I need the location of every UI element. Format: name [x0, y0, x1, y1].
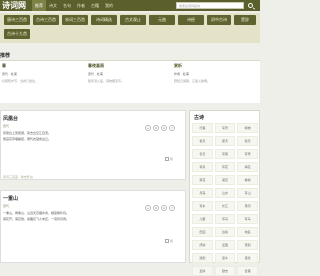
chip[interactable]: 诗经 — [178, 15, 204, 25]
nav-item[interactable]: 推荐 — [32, 0, 46, 11]
sidebar: 古诗 行路 写景 咏物 春天 夏天 秋天 冬天 写雨 写雪 写风 写花 梅花 荷… — [189, 110, 260, 276]
nav-item[interactable]: 诗文 — [46, 0, 60, 11]
sidebar-item[interactable]: 爱国 — [214, 240, 236, 250]
poem-line: 一重山，两重山，山远天高烟水寒，相思枫叶丹。 — [3, 211, 70, 215]
chip[interactable]: 初中古诗 — [207, 15, 231, 25]
poem-title[interactable]: 一重山 — [3, 195, 18, 202]
sidebar-item[interactable]: 送别 — [192, 253, 213, 263]
sidebar-grid: 行路 写景 咏物 春天 夏天 秋天 冬天 写雨 写雪 写风 写花 梅花 荷花 菊… — [192, 123, 258, 276]
sidebar-item[interactable]: 长江 — [214, 201, 236, 211]
poem-author[interactable]: 唐代 — [3, 124, 9, 128]
sidebar-item[interactable]: 田园 — [192, 227, 213, 237]
nav-item[interactable]: 名句 — [60, 0, 74, 11]
sidebar-item[interactable]: 抒情 — [192, 240, 213, 250]
sidebar-item[interactable]: 黄河 — [237, 201, 258, 211]
heart-icon — [165, 157, 169, 161]
nav-item[interactable]: 古籍 — [88, 0, 102, 11]
chip[interactable]: 唐诗三百首 — [4, 15, 30, 25]
sidebar-item[interactable]: 思念 — [237, 253, 258, 263]
recommend-title: 推荐 — [0, 53, 11, 59]
sidebar-item[interactable]: 咏物 — [237, 123, 258, 133]
recommend-col-line: 好雨知时节，当春乃发生。 — [2, 79, 39, 83]
recommend-col-line: 野径云俱黑，江船火独明。 — [174, 79, 211, 83]
recommend-col-title: 赏析 — [174, 63, 182, 68]
heart-icon — [165, 239, 169, 243]
sidebar-item[interactable]: 爱情 — [192, 266, 213, 276]
sidebar-item[interactable]: 写山 — [237, 188, 258, 198]
poem-line: 吴宫花草埋幽径，晋代衣冠成古丘。 — [3, 137, 52, 141]
sidebar-item[interactable]: 写马 — [237, 214, 258, 224]
recommend-col-author: 作者 · 杜甫 — [174, 72, 189, 76]
search-input[interactable]: 搜索古诗词名句 — [176, 2, 244, 9]
chip[interactable]: 诗词精选 — [91, 15, 117, 25]
poem-card: 一重山 唐代 一重山，两重山，山远天高烟水寒，相思枫叶丹。 菊花开，菊花残，塞雁… — [0, 190, 186, 263]
sidebar-item[interactable]: 离别 — [237, 240, 258, 250]
sidebar-item[interactable]: 边塞 — [214, 227, 236, 237]
like-button[interactable]: 赞 — [165, 157, 173, 161]
poem-title[interactable]: 凤凰台 — [3, 115, 18, 122]
translate-icon[interactable]: ≡ — [161, 205, 167, 211]
translate-icon[interactable]: ≡ — [161, 125, 167, 131]
sidebar-item[interactable]: 儿童 — [192, 214, 213, 224]
like-label: 赞 — [170, 239, 174, 243]
main-nav: 推荐 诗文 名句 作者 古籍 我的 — [32, 0, 116, 11]
recommend-col[interactable]: 赏析 作者 · 杜甫 野径云俱黑，江船火独明。 — [174, 63, 258, 83]
recommend-col[interactable]: 春 唐代 · 杜甫 好雨知时节，当春乃发生。 — [2, 63, 86, 83]
search-icon[interactable] — [248, 3, 253, 8]
sidebar-item[interactable]: 山水 — [214, 188, 236, 198]
site-logo[interactable]: 诗词网 — [2, 0, 26, 11]
copy-icon[interactable]: ⧉ — [153, 125, 159, 131]
sidebar-item[interactable]: 写景 — [214, 123, 236, 133]
share-icon[interactable]: ↗ — [169, 125, 175, 131]
sidebar-item[interactable]: 月亮 — [192, 188, 213, 198]
recommend-col-line: 随风潜入夜，润物细无声。 — [88, 79, 125, 83]
sidebar-item[interactable]: 柳树 — [237, 175, 258, 185]
sidebar-item[interactable]: 哲理 — [237, 266, 258, 276]
sidebar-item[interactable]: 写花 — [214, 162, 236, 172]
sidebar-item[interactable]: 写水 — [192, 201, 213, 211]
share-icon[interactable]: ↗ — [169, 205, 175, 211]
recommend-panel: 春 唐代 · 杜甫 好雨知时节，当春乃发生。 春夜喜雨 唐代 · 杜甫 随风潜入… — [0, 60, 260, 103]
nav-item[interactable]: 我的 — [102, 0, 116, 11]
sidebar-item[interactable]: 写雨 — [214, 149, 236, 159]
poem-author[interactable]: 唐代 — [3, 204, 9, 208]
poem-line: 菊花开，菊花残，塞雁高飞人未还，一帘风月闲。 — [3, 217, 70, 221]
copy-icon[interactable]: ⧉ — [153, 205, 159, 211]
sidebar-item[interactable]: 荷花 — [192, 175, 213, 185]
recommend-col-author: 唐代 · 杜甫 — [2, 72, 17, 76]
recommend-col-author: 唐代 · 杜甫 — [88, 72, 103, 76]
poem-line: 凤凰台上凤凰游，凤去台空江自流。 — [3, 131, 52, 135]
sidebar-item[interactable]: 写雪 — [237, 149, 258, 159]
sidebar-item[interactable]: 春天 — [192, 136, 213, 146]
chip[interactable]: 元曲 — [149, 15, 175, 25]
like-label: 赞 — [170, 157, 174, 161]
sidebar-item[interactable]: 夏天 — [214, 136, 236, 146]
play-icon[interactable]: ▸ — [145, 205, 151, 211]
play-icon[interactable]: ▸ — [145, 125, 151, 131]
sidebar-item[interactable]: 地名 — [237, 227, 258, 237]
sidebar-title: 古诗 — [194, 115, 205, 121]
recommend-col[interactable]: 春夜喜雨 唐代 · 杜甫 随风潜入夜，润物细无声。 — [88, 63, 172, 83]
chip[interactable]: 古诗十九首 — [4, 29, 30, 39]
sidebar-item[interactable]: 励志 — [214, 266, 236, 276]
sidebar-item[interactable]: 思乡 — [214, 253, 236, 263]
chip[interactable]: 宋词三百首 — [62, 15, 88, 25]
sidebar-item[interactable]: 菊花 — [214, 175, 236, 185]
recommend-col-title: 春 — [2, 63, 6, 68]
sidebar-item[interactable]: 写风 — [192, 162, 213, 172]
sidebar-item[interactable]: 梅花 — [237, 162, 258, 172]
sidebar-item[interactable]: 秋天 — [237, 136, 258, 146]
sidebar-item[interactable]: 写鸟 — [214, 214, 236, 224]
like-button[interactable]: 赞 — [165, 239, 173, 243]
sidebar-item[interactable]: 冬天 — [192, 149, 213, 159]
poem-card: 凤凰台 唐代 凤凰台上凤凰游，凤去台空江自流。 吴宫花草埋幽径，晋代衣冠成古丘。… — [0, 110, 186, 180]
chip[interactable]: 古诗三百首 — [33, 15, 59, 25]
sidebar-item[interactable]: 行路 — [192, 123, 213, 133]
nav-item[interactable]: 作者 — [74, 0, 88, 11]
chip[interactable]: 楚辞 — [234, 15, 256, 25]
chip[interactable]: 古文观止 — [120, 15, 146, 25]
recommend-col-title: 春夜喜雨 — [88, 63, 104, 68]
poem-tags[interactable]: 唐诗三百首 · 咏史怀古 — [3, 175, 33, 179]
